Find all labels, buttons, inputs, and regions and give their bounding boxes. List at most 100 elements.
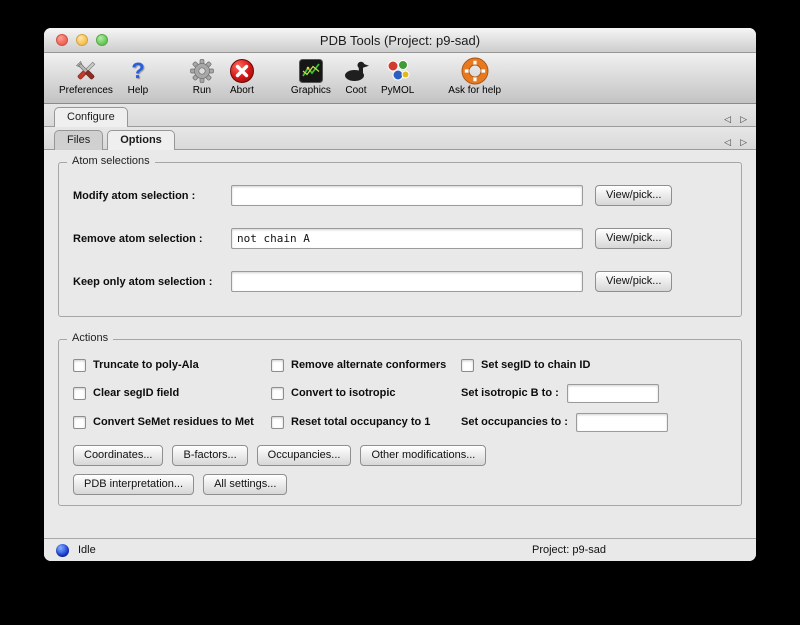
toolbar-label: Graphics (291, 85, 331, 96)
toolbar-label: Help (128, 85, 149, 96)
project-label: Project: p9-sad (532, 544, 606, 556)
configure-tab-row: Configure (44, 104, 756, 127)
checkbox-box[interactable] (271, 387, 284, 400)
help-button[interactable]: ? Help (118, 56, 158, 96)
preferences-button[interactable]: Preferences (54, 56, 118, 96)
checkbox-label: Truncate to poly-Ala (93, 359, 199, 371)
toolbar-label: PyMOL (381, 85, 414, 96)
status-bar: Idle Project: p9-sad (44, 538, 756, 561)
window-title: PDB Tools (Project: p9-sad) (320, 33, 480, 48)
help-icon: ? (123, 56, 153, 85)
actions-group: Actions Truncate to poly-Ala Remove alte… (58, 339, 742, 506)
modify-selection-row: Modify atom selection : View/pick... (73, 185, 731, 206)
checkbox-box[interactable] (271, 416, 284, 429)
tab-configure[interactable]: Configure (54, 107, 128, 127)
set-occupancies-input[interactable] (576, 413, 668, 432)
status-indicator-icon (56, 544, 69, 557)
graphics-button[interactable]: Graphics (286, 56, 336, 96)
scroll-left-icon[interactable] (724, 109, 731, 127)
toolbar-label: Abort (230, 85, 254, 96)
title-bar[interactable]: PDB Tools (Project: p9-sad) (44, 28, 756, 53)
keep-only-selection-row: Keep only atom selection : View/pick... (73, 271, 731, 292)
remove-selection-input[interactable] (231, 228, 583, 249)
checkbox-box[interactable] (461, 359, 474, 372)
set-occupancies-label: Set occupancies to : (461, 416, 568, 428)
group-title: Actions (67, 332, 113, 344)
toolbar-label: Coot (345, 85, 366, 96)
checkbox-box[interactable] (73, 416, 86, 429)
abort-button[interactable]: Abort (222, 56, 262, 96)
checkbox-label: Remove alternate conformers (291, 359, 446, 371)
coordinates-button[interactable]: Coordinates... (73, 445, 163, 466)
zoom-button[interactable] (96, 34, 108, 46)
graphics-icon (296, 56, 326, 85)
toolbar: Preferences ? Help Run (44, 53, 756, 104)
checkbox-remove-alternate-conformers[interactable]: Remove alternate conformers (271, 356, 461, 374)
coot-button[interactable]: Coot (336, 56, 376, 96)
lifebuoy-icon (460, 56, 490, 85)
run-gear-icon (187, 56, 217, 85)
checkbox-label: Convert to isotropic (291, 387, 396, 399)
checkbox-label: Convert SeMet residues to Met (93, 416, 254, 428)
modify-selection-label: Modify atom selection : (73, 190, 231, 202)
scroll-left-icon[interactable] (724, 132, 731, 150)
modify-view-pick-button[interactable]: View/pick... (595, 185, 672, 206)
checkbox-convert-to-isotropic[interactable]: Convert to isotropic (271, 384, 461, 402)
remove-selection-label: Remove atom selection : (73, 233, 231, 245)
toolbar-label: Ask for help (448, 85, 501, 96)
all-settings-button[interactable]: All settings... (203, 474, 287, 495)
abort-icon (227, 56, 257, 85)
group-title: Atom selections (67, 155, 155, 167)
checkbox-label: Set segID to chain ID (481, 359, 590, 371)
checkbox-clear-segid-field[interactable]: Clear segID field (73, 384, 271, 402)
occupancies-button[interactable]: Occupancies... (257, 445, 352, 466)
preferences-icon (71, 56, 101, 85)
options-panel: Atom selections Modify atom selection : … (44, 150, 756, 538)
b-factors-button[interactable]: B-factors... (172, 445, 247, 466)
keep-only-view-pick-button[interactable]: View/pick... (595, 271, 672, 292)
actions-checkbox-grid: Truncate to poly-Ala Remove alternate co… (73, 356, 731, 432)
set-isotropic-b-label: Set isotropic B to : (461, 387, 559, 399)
checkbox-box[interactable] (271, 359, 284, 372)
checkbox-truncate-poly-ala[interactable]: Truncate to poly-Ala (73, 356, 271, 374)
coot-bird-icon (341, 56, 371, 85)
window-controls (56, 34, 108, 46)
run-button[interactable]: Run (182, 56, 222, 96)
actions-button-row-2: PDB interpretation... All settings... (73, 474, 731, 495)
scroll-right-icon[interactable] (740, 132, 747, 150)
set-occupancies-field: Set occupancies to : (461, 412, 731, 432)
tab-scroll-arrows (724, 132, 747, 150)
pymol-button[interactable]: PyMOL (376, 56, 419, 96)
set-isotropic-b-input[interactable] (567, 384, 659, 403)
modify-selection-input[interactable] (231, 185, 583, 206)
pymol-icon (383, 56, 413, 85)
atom-selections-group: Atom selections Modify atom selection : … (58, 162, 742, 317)
remove-view-pick-button[interactable]: View/pick... (595, 228, 672, 249)
pdb-tools-window: PDB Tools (Project: p9-sad) Preferences (44, 28, 756, 561)
scroll-right-icon[interactable] (740, 109, 747, 127)
tab-files[interactable]: Files (54, 130, 103, 150)
actions-button-row-1: Coordinates... B-factors... Occupancies.… (73, 445, 731, 466)
tab-scroll-arrows (724, 109, 747, 127)
minimize-button[interactable] (76, 34, 88, 46)
pdb-interpretation-button[interactable]: PDB interpretation... (73, 474, 194, 495)
other-modifications-button[interactable]: Other modifications... (360, 445, 486, 466)
keep-only-selection-input[interactable] (231, 271, 583, 292)
checkbox-label: Clear segID field (93, 387, 179, 399)
checkbox-box[interactable] (73, 387, 86, 400)
checkbox-box[interactable] (73, 359, 86, 372)
ask-for-help-button[interactable]: Ask for help (443, 56, 506, 96)
inner-tab-row: Files Options (44, 127, 756, 150)
keep-only-selection-label: Keep only atom selection : (73, 276, 231, 288)
toolbar-label: Run (193, 85, 211, 96)
checkbox-set-segid-to-chain-id[interactable]: Set segID to chain ID (461, 356, 731, 374)
toolbar-label: Preferences (59, 85, 113, 96)
checkbox-label: Reset total occupancy to 1 (291, 416, 430, 428)
status-text: Idle (78, 544, 96, 556)
close-button[interactable] (56, 34, 68, 46)
checkbox-convert-semet-to-met[interactable]: Convert SeMet residues to Met (73, 413, 271, 431)
checkbox-reset-total-occupancy[interactable]: Reset total occupancy to 1 (271, 413, 461, 431)
set-isotropic-b-field: Set isotropic B to : (461, 383, 731, 403)
tab-options[interactable]: Options (107, 130, 175, 150)
remove-selection-row: Remove atom selection : View/pick... (73, 228, 731, 249)
